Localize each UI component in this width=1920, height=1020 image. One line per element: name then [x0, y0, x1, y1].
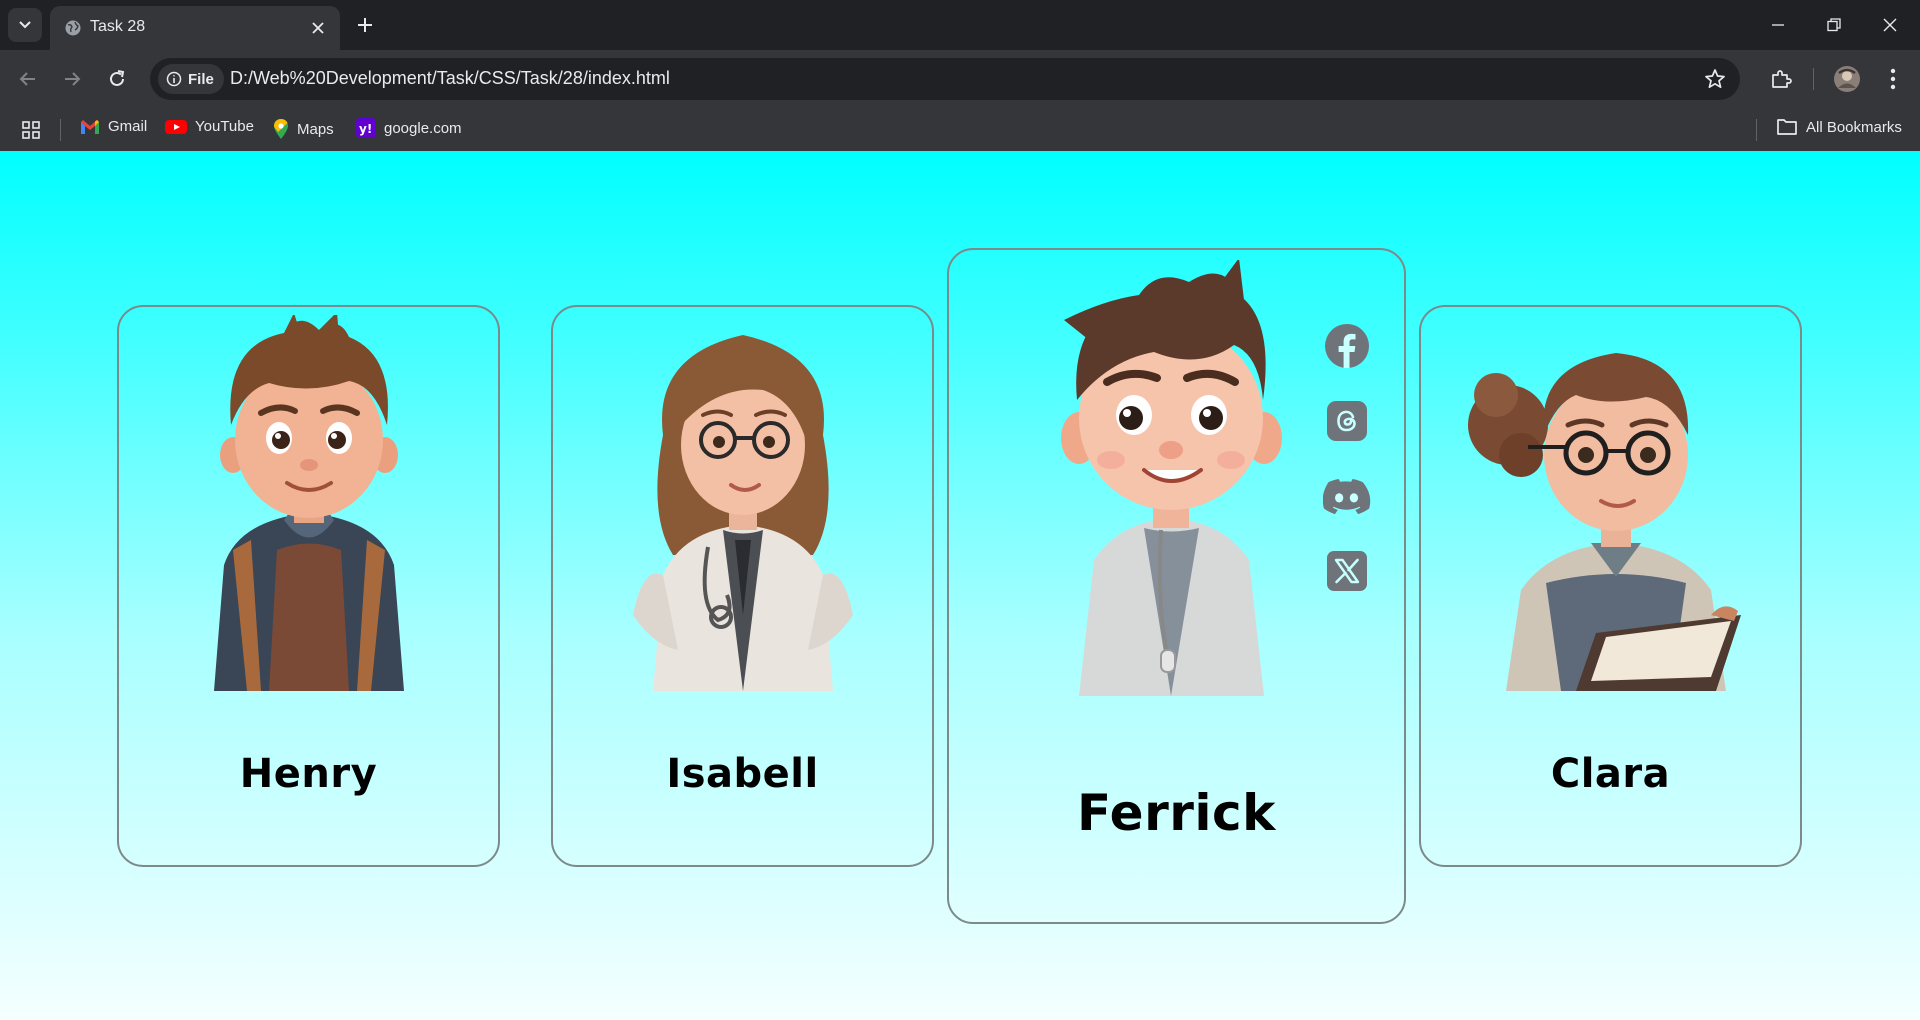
reload-icon: [110, 70, 125, 86]
browser-toolbar: File D:/Web%20Development/Task/CSS/Task/…: [0, 50, 1920, 108]
bookmarks-divider: [1756, 119, 1757, 141]
boy-with-backpack-avatar: [214, 315, 404, 691]
back-button[interactable]: [14, 65, 42, 93]
bookmark-label: google.com: [384, 119, 462, 137]
close-window-button[interactable]: [1874, 10, 1906, 40]
page-viewport: Henry Isabell Ferrick Clara: [0, 151, 1920, 1020]
card-name: Isabell: [666, 751, 819, 797]
bookmark-label: Maps: [297, 120, 334, 138]
bookmarks-divider: [60, 119, 61, 141]
profile-card-henry[interactable]: Henry: [117, 305, 500, 867]
apps-grid-icon: [22, 121, 40, 139]
url-text: D:/Web%20Development/Task/CSS/Task/28/in…: [230, 68, 670, 88]
minimize-icon: [1772, 24, 1784, 26]
bookmark-gmail[interactable]: Gmail: [80, 118, 147, 135]
more-vert-icon: [1890, 68, 1896, 90]
all-bookmarks-button[interactable]: All Bookmarks: [1776, 118, 1902, 136]
discord-link[interactable]: [1323, 472, 1371, 520]
all-bookmarks-label: All Bookmarks: [1806, 118, 1902, 136]
tab-strip: Task 28: [0, 0, 1920, 50]
tab-search-button[interactable]: [8, 8, 42, 42]
new-tab-button[interactable]: [352, 12, 378, 38]
youtube-icon: [165, 119, 187, 134]
arrow-left-icon: [19, 72, 35, 86]
facebook-icon: [1325, 324, 1369, 368]
svg-text:y!: y!: [359, 122, 372, 136]
menu-button[interactable]: [1878, 64, 1908, 94]
social-links: [1323, 322, 1371, 622]
chevron-down-icon: [19, 21, 31, 29]
maps-icon: [274, 119, 288, 139]
bookmark-label: YouTube: [195, 118, 254, 135]
reload-button[interactable]: [103, 65, 131, 93]
bookmark-youtube[interactable]: YouTube: [165, 118, 254, 135]
card-name: Henry: [239, 751, 378, 797]
gmail-icon: [81, 119, 99, 134]
restore-icon: [1827, 18, 1841, 32]
discord-icon: [1323, 479, 1371, 515]
x-icon: [1327, 551, 1367, 591]
profile-card-ferrick[interactable]: Ferrick: [947, 248, 1406, 924]
toolbar-divider: [1813, 68, 1814, 90]
close-icon: [1883, 18, 1897, 32]
puzzle-icon: [1772, 70, 1792, 88]
info-icon: [166, 71, 182, 87]
bookmark-google[interactable]: y! google.com: [356, 118, 462, 138]
forward-button[interactable]: [58, 65, 86, 93]
bookmark-label: Gmail: [108, 118, 148, 135]
bookmark-star-icon[interactable]: [1704, 68, 1726, 95]
minimize-button[interactable]: [1762, 10, 1794, 40]
girl-doctor-avatar: [633, 335, 853, 691]
active-tab[interactable]: Task 28: [50, 6, 340, 50]
site-info-chip[interactable]: File: [158, 64, 224, 94]
card-name: Ferrick: [1077, 784, 1276, 842]
girl-with-book-avatar: [1468, 353, 1741, 691]
folder-icon: [1777, 119, 1797, 135]
close-tab-icon[interactable]: [308, 18, 328, 38]
security-chip-label: File: [188, 70, 214, 88]
bookmarks-bar: Gmail YouTube Maps y! google.com All Boo…: [0, 108, 1920, 151]
x-link[interactable]: [1323, 547, 1371, 595]
apps-button[interactable]: [20, 119, 42, 141]
threads-link[interactable]: [1323, 397, 1371, 445]
threads-icon: [1327, 401, 1367, 441]
extensions-button[interactable]: [1766, 64, 1796, 94]
card-name: Clara: [1550, 751, 1671, 797]
restore-button[interactable]: [1818, 10, 1850, 40]
tab-title: Task 28: [90, 18, 146, 35]
yahoo-icon: y!: [356, 118, 376, 138]
profile-avatar[interactable]: [1832, 64, 1862, 94]
boy-doctor-avatar: [1061, 260, 1282, 696]
profile-card-clara[interactable]: Clara: [1419, 305, 1802, 867]
arrow-right-icon: [65, 72, 81, 86]
profile-card-isabell[interactable]: Isabell: [551, 305, 934, 867]
bookmark-maps[interactable]: Maps: [273, 118, 334, 140]
globe-icon: [65, 20, 81, 36]
facebook-link[interactable]: [1323, 322, 1371, 370]
plus-icon: [358, 18, 372, 32]
avatar-icon: [1834, 66, 1860, 92]
address-bar[interactable]: File D:/Web%20Development/Task/CSS/Task/…: [150, 58, 1740, 100]
